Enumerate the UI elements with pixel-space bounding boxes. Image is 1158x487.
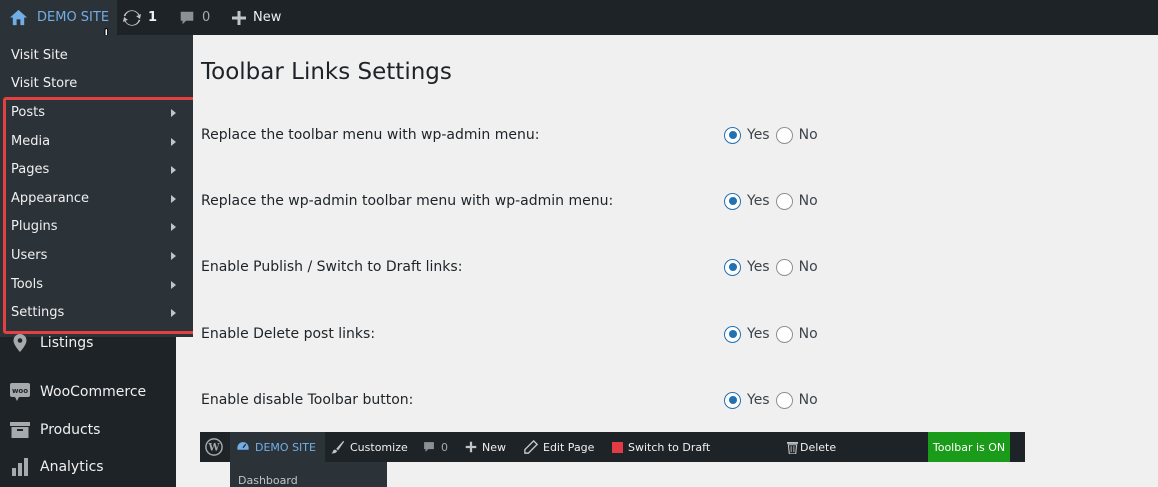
- setting-row: Enable disable Toolbar button: Yes No: [201, 389, 841, 411]
- setting-label: Enable Publish / Switch to Draft links:: [201, 259, 463, 275]
- sidebar-item-label: Products: [40, 422, 101, 438]
- radio-no-label: No: [798, 392, 818, 408]
- site-name-label: DEMO SITE: [37, 10, 110, 25]
- radio-no-label: No: [798, 259, 818, 275]
- preview-switch-draft: Switch to Draft: [612, 432, 710, 462]
- svg-text:W: W: [207, 443, 220, 454]
- comment-icon: [180, 11, 194, 24]
- setting-row: Enable Delete post links: Yes No: [201, 323, 841, 345]
- sidebar-item-products[interactable]: Products: [9, 420, 100, 440]
- dropdown-item-visit-store[interactable]: Visit Store: [11, 76, 77, 91]
- radio-group: Yes No: [724, 389, 824, 411]
- new-label: New: [253, 10, 282, 25]
- preview-comments-count: 0: [441, 440, 448, 454]
- sidebar-item-listings[interactable]: Listings: [9, 333, 93, 353]
- preview-delete: Delete: [787, 432, 836, 462]
- setting-label: Replace the toolbar menu with wp-admin m…: [201, 127, 540, 143]
- preview-toolbar-on-badge: Toolbar is ON: [928, 432, 1010, 462]
- comment-icon: [424, 442, 434, 452]
- setting-row: Replace the toolbar menu with wp-admin m…: [201, 124, 841, 146]
- preview-submenu-item-dashboard: Dashboard: [238, 474, 298, 487]
- setting-row: Enable Publish / Switch to Draft links: …: [201, 256, 841, 278]
- pencil-icon: [524, 440, 538, 454]
- radio-no-label: No: [798, 326, 818, 342]
- preview-customize-label: Customize: [350, 440, 408, 454]
- radio-no-label: No: [798, 193, 818, 209]
- woocommerce-icon: woo: [9, 382, 31, 402]
- preview-site-label: DEMO SITE: [255, 440, 316, 454]
- comments-count: 0: [202, 10, 211, 25]
- preview-switch-draft-label: Switch to Draft: [628, 440, 711, 454]
- sidebar-item-label: WooCommerce: [40, 384, 147, 400]
- archive-box-icon: [9, 420, 31, 440]
- radio-yes-label: Yes: [747, 259, 770, 275]
- new-content-menu[interactable]: New: [231, 0, 281, 35]
- plus-icon: [232, 10, 246, 25]
- preview-site-menu: DEMO SITE: [230, 432, 325, 462]
- radio-no[interactable]: [775, 258, 793, 276]
- radio-yes-label: Yes: [747, 193, 770, 209]
- wordpress-logo-icon: W: [205, 432, 223, 462]
- trash-icon: [787, 441, 798, 454]
- sidebar-item-woocommerce[interactable]: woo WooCommerce: [9, 382, 146, 402]
- highlight-box: [3, 97, 197, 334]
- preview-comments: 0: [422, 432, 448, 462]
- radio-yes[interactable]: [724, 325, 741, 343]
- sidebar-item-label: Listings: [40, 335, 94, 351]
- page-title: Toolbar Links Settings: [201, 59, 452, 85]
- sidebar-item-label: Analytics: [40, 459, 104, 475]
- preview-customize: Customize: [331, 432, 408, 462]
- updates-menu[interactable]: 1: [122, 0, 157, 35]
- preview-new-label: New: [482, 440, 506, 454]
- dashboard-icon: [237, 442, 249, 450]
- updates-count: 1: [148, 10, 158, 25]
- radio-no[interactable]: [775, 391, 793, 409]
- radio-yes[interactable]: [724, 258, 741, 276]
- radio-no-label: No: [798, 127, 818, 143]
- updates-icon: [123, 9, 141, 26]
- location-pin-icon: [9, 333, 31, 353]
- radio-group: Yes No: [724, 124, 824, 146]
- main-content: Toolbar Links Settings Replace the toolb…: [193, 35, 1158, 487]
- admin-toolbar: DEMO SITE 1 0 New: [0, 0, 1158, 35]
- setting-row: Replace the wp-admin toolbar menu with w…: [201, 190, 841, 212]
- preview-toolbar-image: W DEMO SITE Customize 0 New Edit Page Sw…: [200, 432, 1025, 462]
- radio-no[interactable]: [775, 126, 793, 144]
- preview-edit-page: Edit Page: [524, 432, 594, 462]
- home-icon: [9, 9, 28, 26]
- brush-icon: [331, 440, 345, 454]
- comments-menu[interactable]: 0: [178, 0, 210, 35]
- setting-label: Enable disable Toolbar button:: [201, 392, 414, 408]
- radio-yes-label: Yes: [747, 392, 770, 408]
- radio-yes-label: Yes: [747, 326, 770, 342]
- sidebar-item-analytics[interactable]: Analytics: [9, 457, 104, 477]
- preview-edit-page-label: Edit Page: [543, 440, 595, 454]
- radio-no[interactable]: [775, 192, 793, 210]
- radio-yes[interactable]: [724, 192, 741, 210]
- preview-new: New: [465, 432, 506, 462]
- plus-icon: [465, 441, 477, 453]
- setting-label: Replace the wp-admin toolbar menu with w…: [201, 193, 614, 209]
- radio-no[interactable]: [775, 325, 793, 343]
- radio-group: Yes No: [724, 323, 824, 345]
- draft-square-icon: [612, 441, 623, 453]
- radio-group: Yes No: [724, 256, 824, 278]
- preview-delete-label: Delete: [800, 440, 837, 454]
- dropdown-item-visit-site[interactable]: Visit Site: [11, 48, 68, 63]
- preview-toolbar-on-label: Toolbar is ON: [932, 440, 1006, 454]
- bar-chart-icon: [9, 457, 31, 477]
- svg-text:woo: woo: [12, 387, 28, 395]
- radio-group: Yes No: [724, 190, 824, 212]
- radio-yes[interactable]: [724, 126, 741, 144]
- radio-yes[interactable]: [724, 391, 741, 409]
- radio-yes-label: Yes: [747, 127, 770, 143]
- setting-label: Enable Delete post links:: [201, 326, 376, 342]
- preview-submenu: Dashboard: [230, 462, 387, 487]
